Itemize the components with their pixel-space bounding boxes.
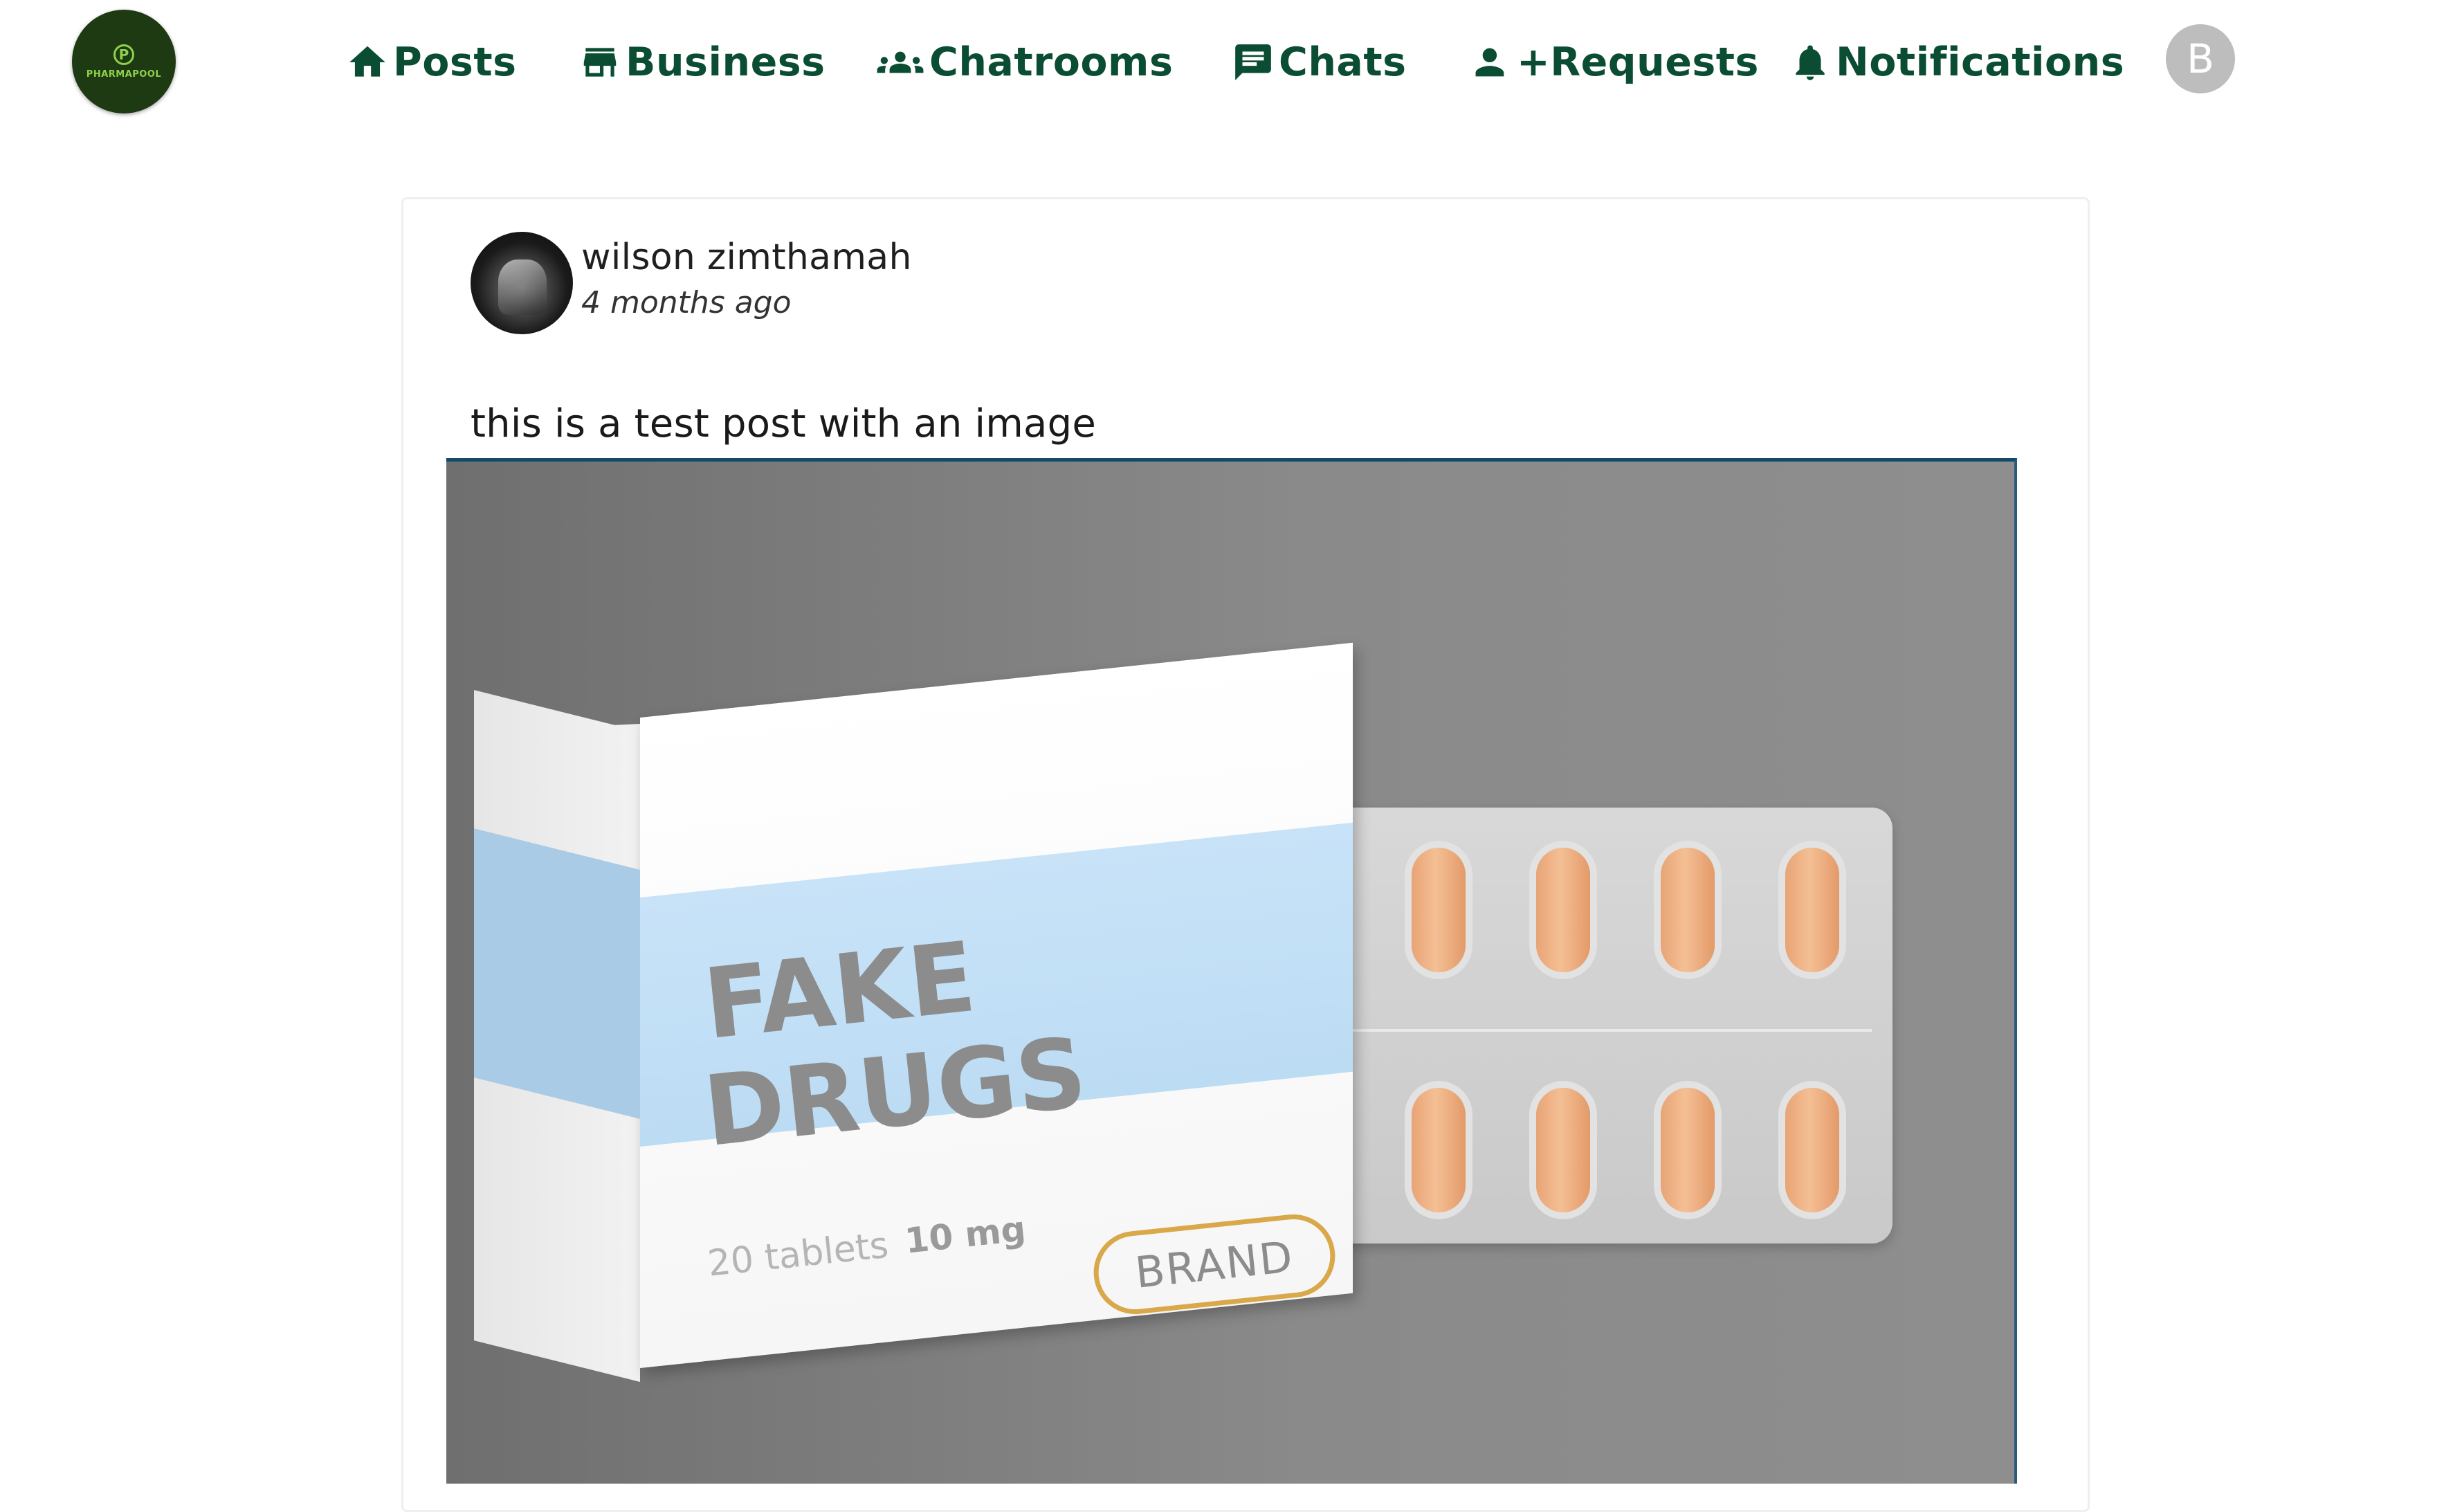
user-avatar[interactable]: B — [2166, 24, 2235, 93]
nav-requests-label: +Requests — [1517, 39, 1759, 85]
nav-posts-label: Posts — [393, 39, 517, 85]
nav-business[interactable]: Business — [578, 28, 826, 97]
store-icon — [583, 48, 617, 77]
logo-mark: P — [113, 44, 134, 65]
nav-chats[interactable]: Chats — [1232, 28, 1407, 97]
post-author-name[interactable]: wilson zimthamah — [581, 237, 912, 278]
chat-icon — [1235, 44, 1271, 80]
nav-chatrooms[interactable]: Chatrooms — [875, 28, 1173, 97]
nav-requests[interactable]: +Requests — [1474, 28, 1759, 97]
post-timestamp: 4 months ago — [581, 285, 792, 320]
bell-icon — [1796, 45, 1825, 80]
nav-notifications[interactable]: Notifications — [1789, 28, 2124, 97]
post-body-text: this is a test post with an image — [471, 401, 1096, 446]
logo-text: PHARMAPOOL — [86, 69, 162, 80]
home-icon — [349, 46, 385, 77]
group-icon — [877, 51, 924, 73]
post-image[interactable]: FAKE DRUGS 20 tablets 10 mg BRAND — [446, 458, 2017, 1484]
blister-pack — [1277, 808, 1893, 1244]
nav-chatrooms-label: Chatrooms — [929, 39, 1174, 85]
nav-notifications-label: Notifications — [1836, 39, 2125, 85]
avatar-photo — [498, 259, 547, 315]
medicine-box: FAKE DRUGS 20 tablets 10 mg BRAND — [474, 641, 1353, 1382]
nav-chats-label: Chats — [1279, 39, 1407, 85]
person-add-icon — [1475, 48, 1504, 77]
author-avatar[interactable] — [471, 232, 573, 334]
nav-posts[interactable]: Posts — [346, 28, 517, 97]
nav-business-label: Business — [626, 39, 826, 85]
pharmapool-logo[interactable]: P PHARMAPOOL — [72, 10, 176, 113]
top-navigation-bar: P PHARMAPOOL Posts Business Chatrooms Ch… — [0, 0, 2444, 125]
